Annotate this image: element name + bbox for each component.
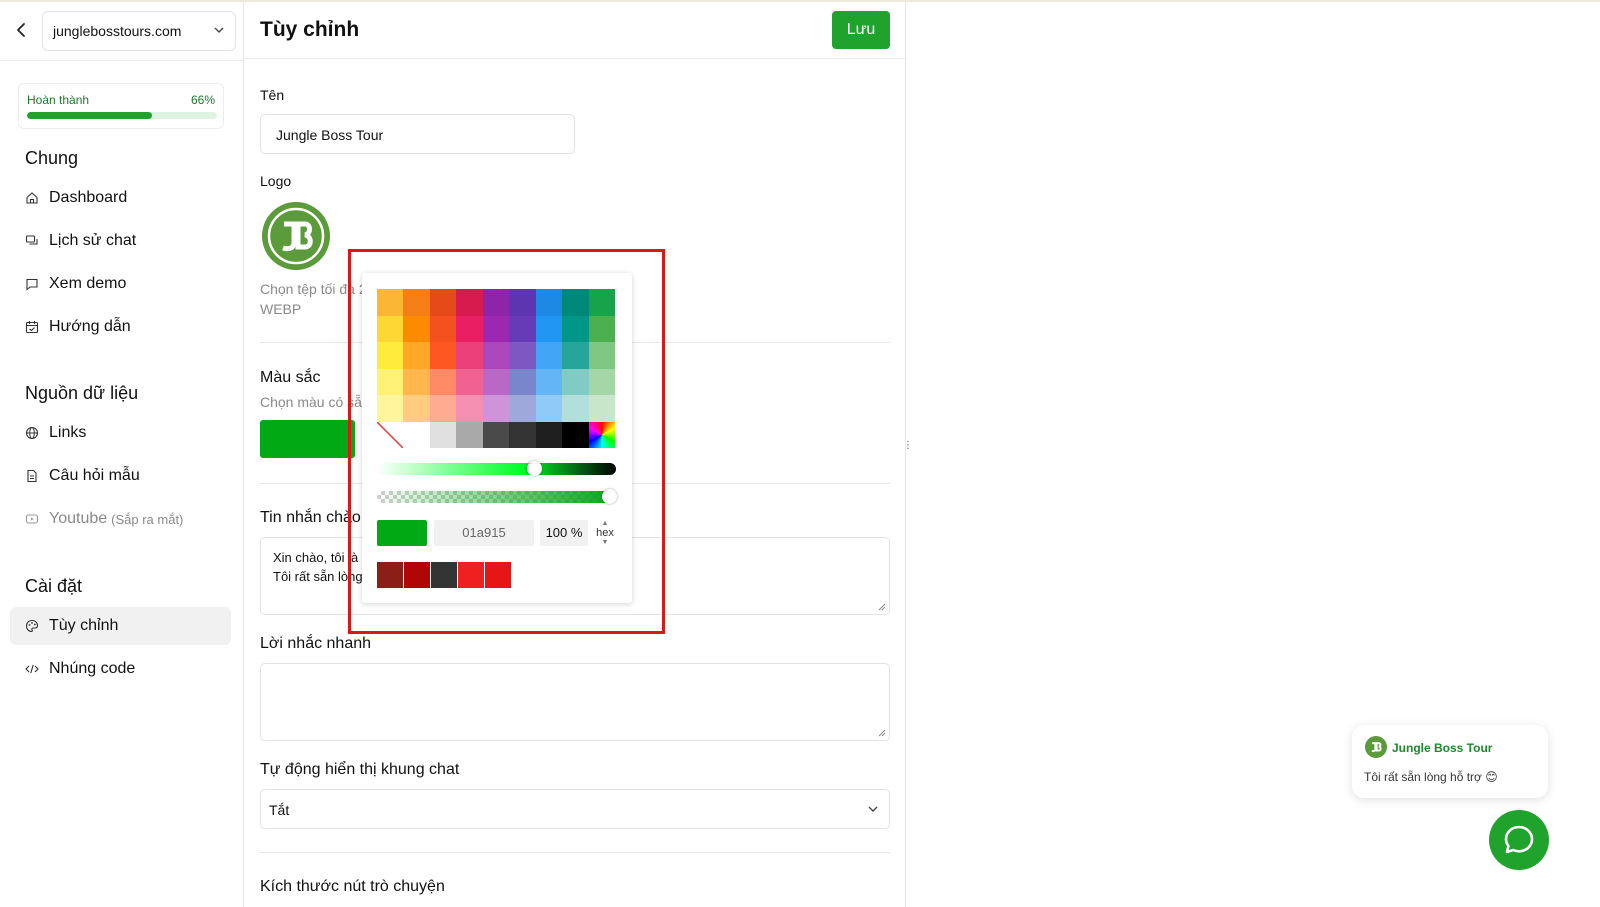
home-icon — [26, 192, 38, 204]
quick-prompts-label: Lời nhắc nhanh — [260, 635, 372, 652]
name-input[interactable]: Jungle Boss Tour — [260, 114, 575, 154]
bot-avatar — [1365, 736, 1387, 758]
sidebar-item-demo[interactable]: Xem demo — [10, 265, 231, 303]
resize-handle-icon[interactable] — [878, 729, 886, 737]
color-swatch-button[interactable] — [260, 420, 355, 458]
header-divider — [244, 58, 905, 59]
chat-launcher-button[interactable] — [1489, 810, 1549, 870]
jungle-boss-logo-icon — [263, 203, 329, 269]
bot-message: Tôi rất sẵn lòng hỗ trợ 😊 — [1364, 770, 1498, 784]
chat-history-icon — [25, 235, 38, 245]
sidebar: junglebosstours.com Hoàn thành 66% Chung… — [0, 2, 244, 907]
back-arrow-icon[interactable] — [12, 20, 32, 40]
save-button[interactable]: Lưu — [832, 11, 890, 49]
chat-bubble-icon — [1504, 825, 1534, 854]
sidebar-item-customize[interactable]: Tùy chỉnh — [10, 607, 231, 645]
sidebar-item-label: Links — [49, 424, 87, 441]
sidebar-item-links[interactable]: Links — [10, 414, 231, 452]
greeting-label: Tin nhắn chào — [260, 509, 361, 526]
site-selector[interactable]: junglebosstours.com — [42, 11, 236, 51]
message-icon — [26, 278, 38, 291]
progress-label: Hoàn thành — [27, 93, 90, 107]
jungle-boss-logo-icon — [1365, 736, 1387, 758]
sidebar-item-sample-questions[interactable]: Câu hỏi mẫu — [10, 457, 231, 495]
color-hint: Chọn màu có sẵ — [260, 394, 362, 410]
auto-show-value: Tắt — [269, 802, 290, 818]
sidebar-item-guide[interactable]: Hướng dẫn — [10, 308, 231, 346]
auto-show-label: Tự động hiển thị khung chat — [260, 761, 460, 778]
site-selector-value: junglebosstours.com — [53, 23, 182, 39]
section-title-data-sources: Nguồn dữ liệu — [25, 383, 139, 403]
chevron-down-icon — [214, 27, 224, 33]
sidebar-item-youtube: Youtube (Sắp ra mắt) — [10, 500, 231, 538]
section-divider — [260, 852, 890, 853]
name-label: Tên — [260, 87, 285, 103]
page-title: Tùy chỉnh — [260, 18, 360, 41]
resize-handle-icon[interactable] — [878, 603, 886, 611]
section-title-general: Chung — [25, 148, 79, 168]
sidebar-item-label: Youtube — [49, 510, 108, 527]
panel-resize-handle-icon[interactable]: ⋮ — [903, 440, 913, 452]
chat-preview-bubble: Jungle Boss Tour Tôi rất sẵn lòng hỗ trợ… — [1352, 725, 1548, 798]
sidebar-item-embed-code[interactable]: Nhúng code — [10, 650, 231, 688]
completion-progress-card: Hoàn thành 66% — [18, 83, 224, 129]
chat-button-size-label: Kích thước nút trò chuyện — [260, 878, 445, 895]
bot-name: Jungle Boss Tour — [1392, 741, 1493, 755]
progress-track — [27, 112, 217, 119]
annotation-highlight-box — [348, 249, 665, 634]
logo-image[interactable] — [262, 202, 330, 270]
sidebar-item-label: Nhúng code — [49, 660, 136, 677]
sidebar-divider — [0, 60, 244, 61]
color-label: Màu sắc — [260, 369, 321, 386]
coming-soon-note: (Sắp ra mắt) — [111, 511, 184, 527]
progress-percent: 66% — [190, 93, 215, 107]
code-icon — [25, 664, 39, 674]
logo-label: Logo — [260, 173, 292, 189]
progress-fill — [27, 112, 153, 119]
sidebar-item-label: Lịch sử chat — [49, 232, 137, 249]
youtube-icon — [25, 514, 39, 524]
palette-icon — [25, 619, 39, 633]
quick-prompts-textarea[interactable] — [260, 663, 890, 741]
sidebar-item-label: Dashboard — [49, 189, 128, 206]
sidebar-item-dashboard[interactable]: Dashboard — [10, 179, 231, 217]
sidebar-item-label: Tùy chỉnh — [49, 617, 119, 634]
logo-hint-formats: WEBP — [260, 301, 302, 317]
section-title-settings: Cài đặt — [25, 576, 83, 596]
sidebar-item-label: Hướng dẫn — [49, 318, 131, 335]
sidebar-item-chat-history[interactable]: Lịch sử chat — [10, 222, 231, 260]
auto-show-select[interactable]: Tắt — [260, 789, 890, 829]
sidebar-item-label: Xem demo — [49, 275, 127, 292]
calendar-icon — [25, 321, 39, 334]
sidebar-item-label: Câu hỏi mẫu — [49, 467, 140, 484]
chevron-down-icon — [868, 806, 878, 812]
globe-icon — [25, 426, 39, 440]
document-icon — [27, 469, 37, 483]
